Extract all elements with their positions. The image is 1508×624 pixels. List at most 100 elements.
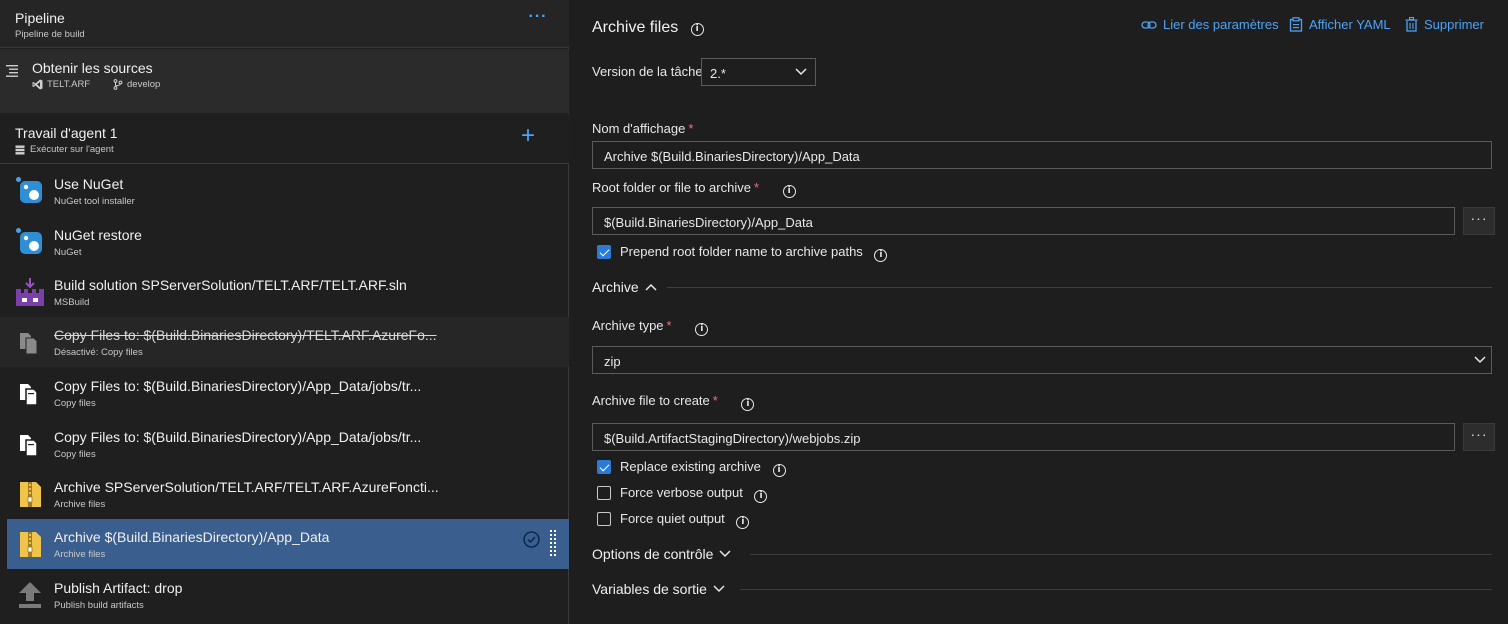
repo-info: TELT.ARF	[32, 79, 90, 90]
visual-studio-icon	[32, 79, 43, 90]
pipeline-header[interactable]: Pipeline Pipeline de build ···	[0, 0, 569, 48]
lines-icon	[6, 65, 18, 77]
display-name-label: Nom d'affichage *	[592, 121, 694, 136]
task-details-pane: Archive files i Lier des paramètres Affi…	[570, 0, 1508, 624]
trash-icon	[1405, 17, 1418, 32]
more-options-button[interactable]: ···	[527, 9, 549, 30]
task-type: Archive files	[54, 549, 106, 560]
info-icon[interactable]: i	[741, 398, 755, 411]
task-name: Copy Files to: $(Build.BinariesDirectory…	[54, 327, 437, 343]
branch-icon	[113, 79, 123, 90]
pipeline-title: Pipeline	[15, 10, 65, 26]
info-icon[interactable]: i	[736, 516, 750, 529]
task-type: NuGet tool installer	[54, 196, 135, 207]
task-item-copy-files-2[interactable]: Copy Files to: $(Build.BinariesDirectory…	[0, 419, 569, 469]
section-divider	[740, 589, 1492, 590]
verbose-output-label: Force verbose output i	[620, 485, 768, 503]
version-label: Version de la tâche	[592, 64, 703, 79]
get-sources-item[interactable]: Obtenir les sources TELT.ARF develop	[0, 49, 569, 113]
task-type: Archive files	[54, 499, 106, 510]
info-icon[interactable]: i	[695, 323, 709, 336]
task-item-copy-files[interactable]: Copy Files to: $(Build.BinariesDirectory…	[0, 368, 569, 418]
archive-icon	[20, 532, 41, 557]
copy-files-icon	[20, 384, 38, 406]
task-name: Copy Files to: $(Build.BinariesDirectory…	[54, 378, 422, 394]
agent-job-subtitle: Exécuter sur l'agent	[15, 144, 114, 155]
drag-handle-icon[interactable]	[548, 529, 558, 559]
link-settings-button[interactable]: Lier des paramètres	[1141, 17, 1279, 32]
version-select[interactable]: 2.*	[701, 58, 816, 86]
prepend-root-label: Prepend root folder name to archive path…	[620, 244, 888, 262]
nuget-icon	[16, 228, 42, 254]
quiet-output-label: Force quiet output i	[620, 511, 750, 529]
add-task-button[interactable]: +	[518, 124, 538, 148]
agent-job[interactable]: Travail d'agent 1 Exécuter sur l'agent +	[0, 114, 569, 164]
server-icon	[15, 145, 25, 154]
info-icon[interactable]: i	[874, 249, 888, 262]
browse-root-button[interactable]: ···	[1463, 207, 1495, 235]
agent-job-title: Travail d'agent 1	[15, 125, 118, 141]
info-icon[interactable]: i	[690, 23, 704, 36]
task-item-archive-azure[interactable]: Archive SPServerSolution/TELT.ARF/TELT.A…	[0, 469, 569, 519]
replace-archive-label: Replace existing archive i	[620, 459, 786, 477]
task-item-publish-artifact[interactable]: Publish Artifact: drop Publish build art…	[0, 570, 569, 620]
chevron-down-icon	[713, 585, 725, 593]
chevron-down-icon	[795, 68, 807, 76]
task-name: NuGet restore	[54, 227, 142, 243]
task-type: Publish build artifacts	[54, 600, 144, 611]
quiet-output-checkbox[interactable]	[597, 512, 611, 526]
task-type: NuGet	[54, 247, 82, 258]
repo-name: TELT.ARF	[47, 79, 91, 90]
enabled-check-icon[interactable]	[523, 531, 540, 548]
archive-type-select[interactable]: zip	[592, 346, 1492, 374]
task-type: Désactivé: Copy files	[54, 347, 143, 358]
task-name: Copy Files to: $(Build.BinariesDirectory…	[54, 429, 422, 445]
browse-archive-file-button[interactable]: ···	[1463, 423, 1495, 451]
branch-name: develop	[127, 79, 161, 90]
section-divider	[667, 287, 1492, 288]
pipeline-subtitle: Pipeline de build	[15, 29, 85, 40]
task-item-use-nuget[interactable]: Use NuGet NuGet tool installer	[0, 166, 569, 216]
task-item-copy-files-disabled[interactable]: Copy Files to: $(Build.BinariesDirectory…	[0, 317, 569, 367]
chevron-up-icon	[645, 283, 657, 291]
root-folder-input[interactable]: $(Build.BinariesDirectory)/App_Data	[592, 207, 1455, 235]
copy-files-icon	[20, 333, 38, 355]
info-icon[interactable]: i	[754, 490, 768, 503]
task-details-title: Archive files i	[592, 19, 704, 37]
view-yaml-button[interactable]: Afficher YAML	[1289, 17, 1391, 32]
task-name: Build solution SPServerSolution/TELT.ARF…	[54, 277, 407, 293]
archive-section-header[interactable]: Archive	[592, 279, 657, 295]
copy-files-icon	[20, 435, 38, 457]
archive-type-label: Archive type * i	[592, 318, 709, 336]
archive-file-input[interactable]: $(Build.ArtifactStagingDirectory)/webjob…	[592, 423, 1455, 451]
task-type: Copy files	[54, 449, 96, 460]
clipboard-icon	[1289, 17, 1303, 32]
chevron-down-icon	[719, 550, 731, 558]
replace-archive-checkbox[interactable]	[597, 460, 611, 474]
prepend-root-checkbox[interactable]	[597, 245, 611, 259]
task-name: Archive SPServerSolution/TELT.ARF/TELT.A…	[54, 479, 439, 495]
task-type: MSBuild	[54, 297, 90, 308]
task-item-archive-app-data[interactable]: Archive $(Build.BinariesDirectory)/App_D…	[7, 519, 569, 569]
task-type: Copy files	[54, 398, 96, 409]
info-icon[interactable]: i	[782, 185, 796, 198]
chevron-down-icon	[1474, 356, 1486, 364]
task-name: Publish Artifact: drop	[54, 580, 183, 596]
branch-info: develop	[113, 79, 160, 90]
task-name: Archive $(Build.BinariesDirectory)/App_D…	[54, 529, 330, 545]
archive-icon	[20, 482, 41, 507]
verbose-output-checkbox[interactable]	[597, 486, 611, 500]
nuget-icon	[16, 177, 42, 203]
archive-file-label: Archive file to create * i	[592, 393, 755, 411]
info-icon[interactable]: i	[772, 464, 786, 477]
delete-button[interactable]: Supprimer	[1405, 17, 1484, 32]
control-options-section-header[interactable]: Options de contrôle	[592, 546, 731, 562]
get-sources-title: Obtenir les sources	[32, 60, 153, 76]
output-variables-section-header[interactable]: Variables de sortie	[592, 581, 725, 597]
root-folder-label: Root folder or file to archive * i	[592, 180, 796, 198]
task-item-build-solution[interactable]: Build solution SPServerSolution/TELT.ARF…	[0, 267, 569, 317]
task-item-nuget-restore[interactable]: NuGet restore NuGet	[0, 217, 569, 267]
task-name: Use NuGet	[54, 176, 124, 192]
display-name-input[interactable]: Archive $(Build.BinariesDirectory)/App_D…	[592, 141, 1492, 169]
pipeline-tasks-pane: Pipeline Pipeline de build ··· Obtenir l…	[0, 0, 569, 624]
